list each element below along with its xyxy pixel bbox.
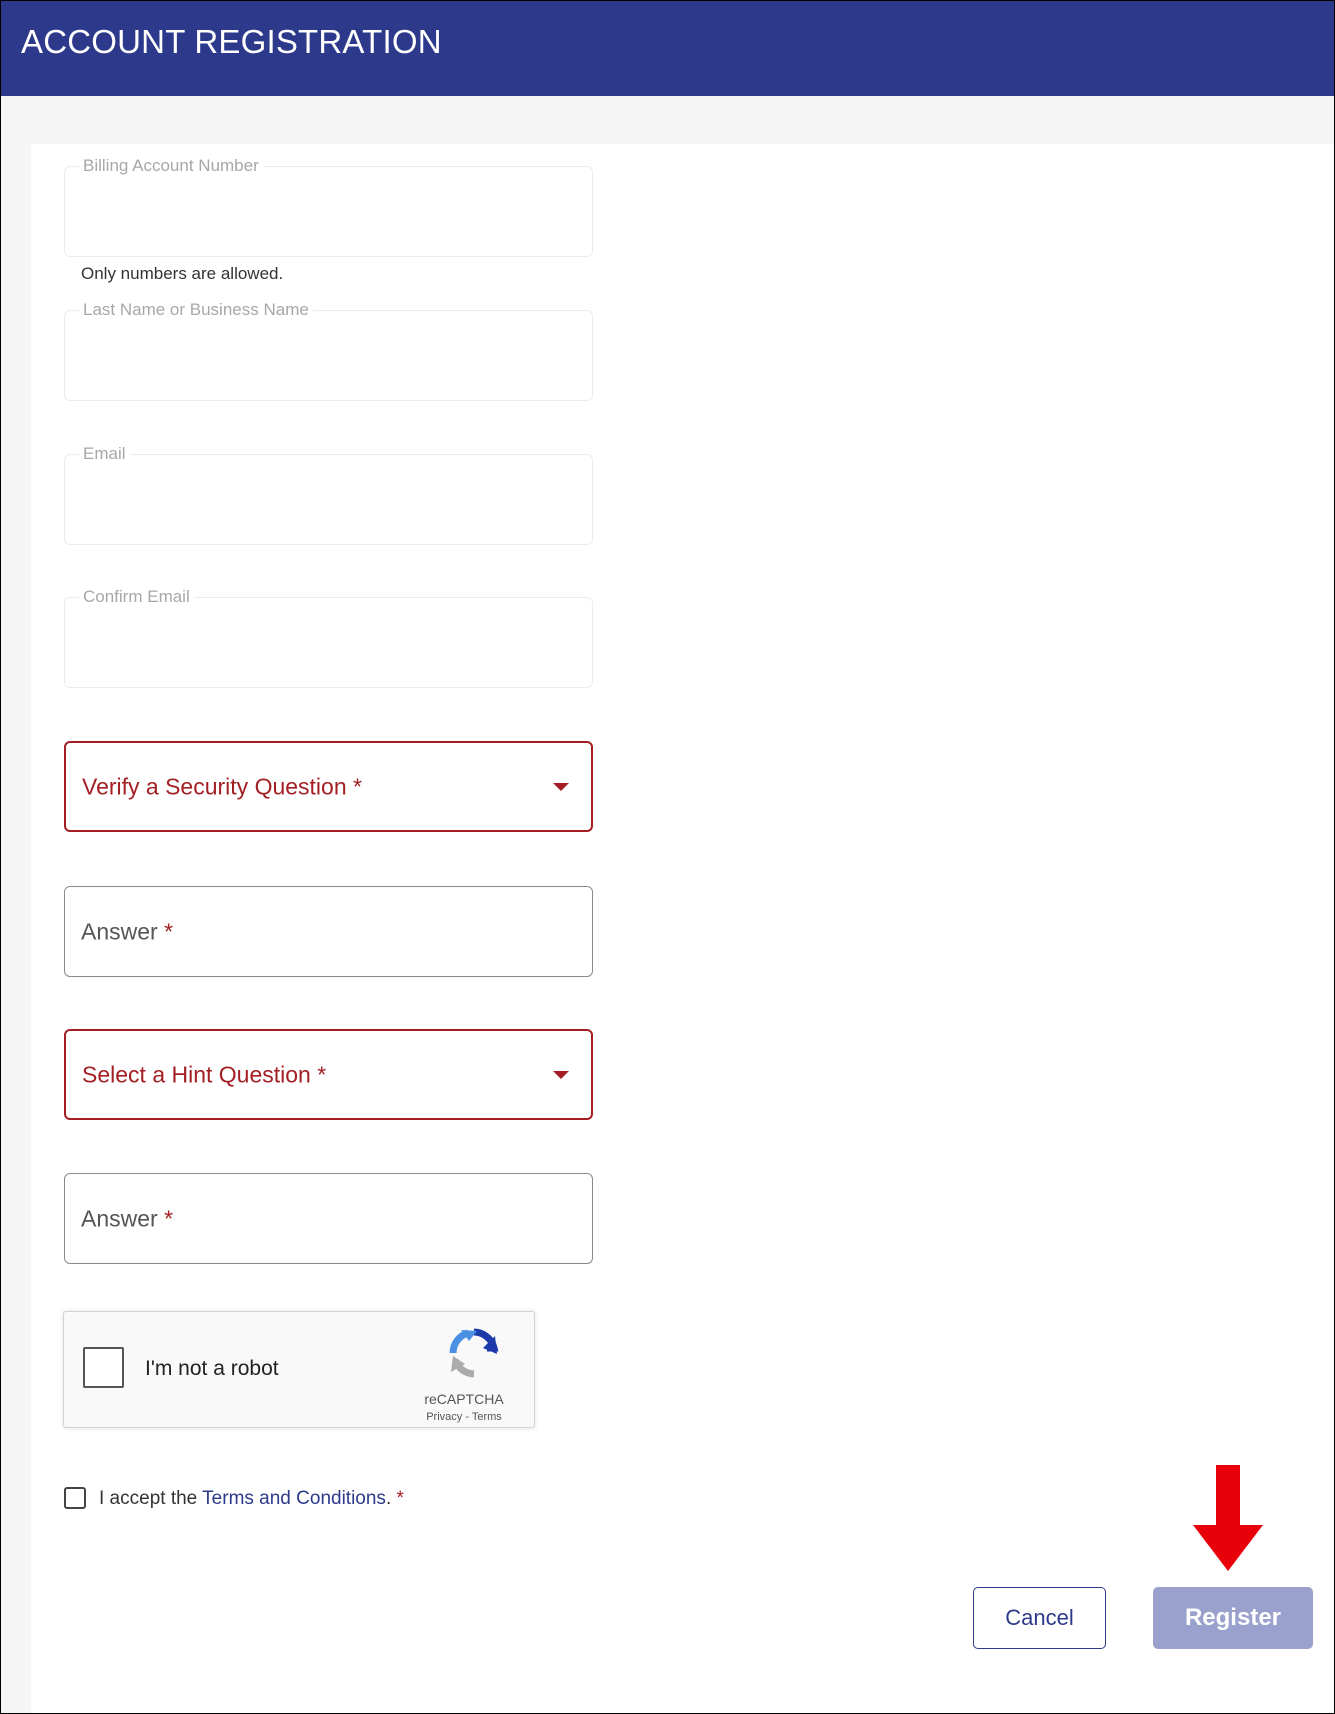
security-answer-label: Answer * bbox=[81, 918, 173, 945]
hint-question-label: Select a Hint Question * bbox=[82, 1061, 326, 1088]
hint-answer-field[interactable]: Answer * bbox=[64, 1173, 593, 1264]
recaptcha-links: Privacy - Terms bbox=[404, 1411, 524, 1423]
required-asterisk: * bbox=[164, 918, 174, 944]
billing-account-field[interactable]: Billing Account Number bbox=[64, 156, 593, 257]
security-question-select[interactable]: Verify a Security Question * bbox=[64, 741, 593, 832]
confirm-email-label: Confirm Email bbox=[79, 587, 194, 607]
page-header: ACCOUNT REGISTRATION bbox=[1, 1, 1334, 96]
recaptcha-widget: I'm not a robot reCAPTCHA Privacy - Term… bbox=[63, 1311, 535, 1428]
billing-account-helper: Only numbers are allowed. bbox=[81, 264, 284, 283]
register-button[interactable]: Register bbox=[1153, 1587, 1313, 1649]
terms-label: I accept the Terms and Conditions. * bbox=[99, 1488, 404, 1510]
terms-prefix: I accept the bbox=[99, 1488, 203, 1509]
page-background bbox=[1, 96, 1334, 144]
recaptcha-logo-icon bbox=[449, 1328, 499, 1378]
email-field[interactable]: Email bbox=[64, 444, 593, 545]
recaptcha-label: I'm not a robot bbox=[145, 1357, 279, 1380]
required-asterisk: * bbox=[164, 1205, 174, 1231]
arrow-down-icon bbox=[1193, 1465, 1263, 1571]
chevron-down-icon bbox=[553, 1070, 569, 1079]
hint-question-select[interactable]: Select a Hint Question * bbox=[64, 1029, 593, 1120]
recaptcha-privacy-link[interactable]: Privacy bbox=[426, 1411, 462, 1423]
recaptcha-terms-link[interactable]: Terms bbox=[472, 1411, 502, 1423]
terms-link[interactable]: Terms and Conditions bbox=[202, 1488, 386, 1509]
chevron-down-icon bbox=[553, 782, 569, 791]
cancel-button[interactable]: Cancel bbox=[973, 1587, 1106, 1649]
page-title: ACCOUNT REGISTRATION bbox=[21, 23, 442, 60]
security-question-text: Verify a Security Question bbox=[82, 773, 347, 799]
hint-answer-text: Answer bbox=[81, 1205, 158, 1231]
last-name-field[interactable]: Last Name or Business Name bbox=[64, 300, 593, 401]
required-asterisk: * bbox=[353, 773, 362, 799]
required-asterisk: * bbox=[317, 1061, 327, 1087]
billing-account-label: Billing Account Number bbox=[79, 156, 263, 176]
security-question-label: Verify a Security Question * bbox=[82, 773, 362, 800]
confirm-email-field[interactable]: Confirm Email bbox=[64, 587, 593, 688]
required-asterisk: * bbox=[391, 1488, 404, 1509]
security-answer-field[interactable]: Answer * bbox=[64, 886, 593, 977]
email-label: Email bbox=[79, 444, 130, 464]
last-name-label: Last Name or Business Name bbox=[79, 300, 313, 320]
recaptcha-checkbox[interactable] bbox=[83, 1347, 124, 1388]
terms-checkbox[interactable] bbox=[64, 1487, 86, 1509]
recaptcha-brand: reCAPTCHA bbox=[424, 1391, 504, 1407]
recaptcha-separator: - bbox=[462, 1411, 472, 1423]
page-background-left bbox=[1, 144, 31, 1713]
hint-question-text: Select a Hint Question bbox=[82, 1061, 311, 1087]
security-answer-text: Answer bbox=[81, 918, 158, 944]
hint-answer-label: Answer * bbox=[81, 1205, 173, 1232]
